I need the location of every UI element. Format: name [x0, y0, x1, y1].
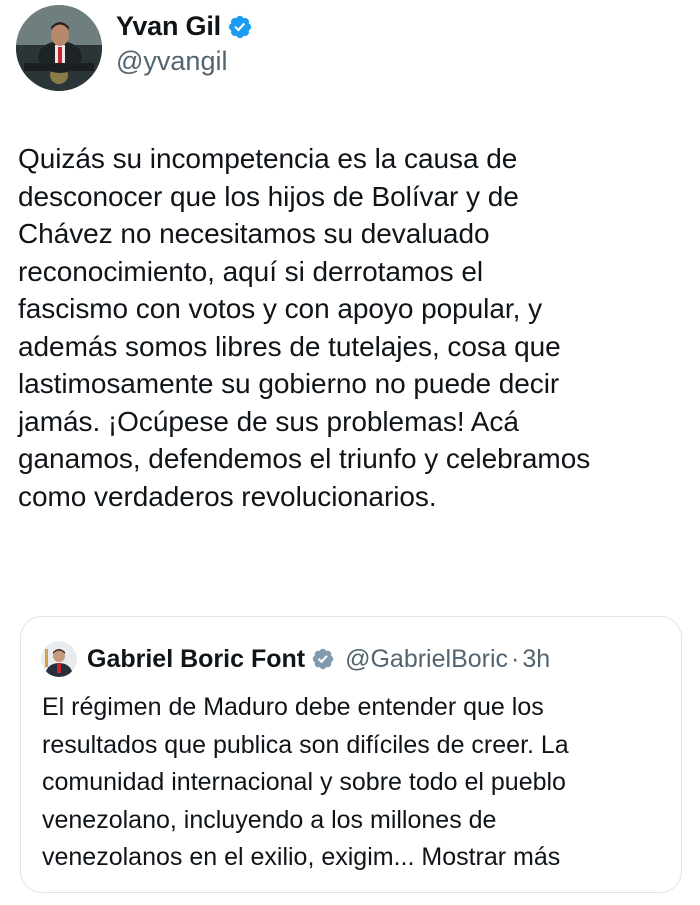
quoted-author-display-name[interactable]: Gabriel Boric Font [87, 645, 305, 674]
quoted-avatar-photo [41, 641, 77, 677]
avatar-photo [16, 5, 102, 91]
gray-verified-badge-icon[interactable] [311, 647, 335, 671]
quoted-tweet-header: Gabriel Boric Font @GabrielBoric · 3h [41, 641, 550, 677]
quoted-author-handle[interactable]: @GabrielBoric [345, 645, 508, 674]
show-more-link[interactable]: Mostrar más [421, 843, 560, 871]
author-handle[interactable]: @yvangil [116, 46, 253, 77]
author-identity: Yvan Gil @yvangil [116, 11, 253, 77]
verified-badge-icon[interactable] [227, 14, 253, 40]
quoted-tweet-card[interactable]: Gabriel Boric Font @GabrielBoric · 3h El… [20, 616, 682, 893]
author-display-name[interactable]: Yvan Gil [116, 11, 221, 42]
tweet-header: Yvan Gil @yvangil [16, 5, 253, 91]
dot-separator: · [511, 644, 520, 673]
tweet-text: Quizás su incompetencia es la causa de d… [18, 143, 591, 512]
author-name-row: Yvan Gil [116, 11, 253, 42]
tweet: Yvan Gil @yvangil Quizás su incompetenci… [0, 0, 700, 905]
quoted-tweet-text: El régimen de Maduro debe entender que l… [42, 689, 672, 877]
quoted-tweet-time[interactable]: 3h [522, 645, 550, 674]
quoted-author-avatar[interactable] [41, 641, 77, 677]
author-avatar[interactable] [16, 5, 102, 91]
